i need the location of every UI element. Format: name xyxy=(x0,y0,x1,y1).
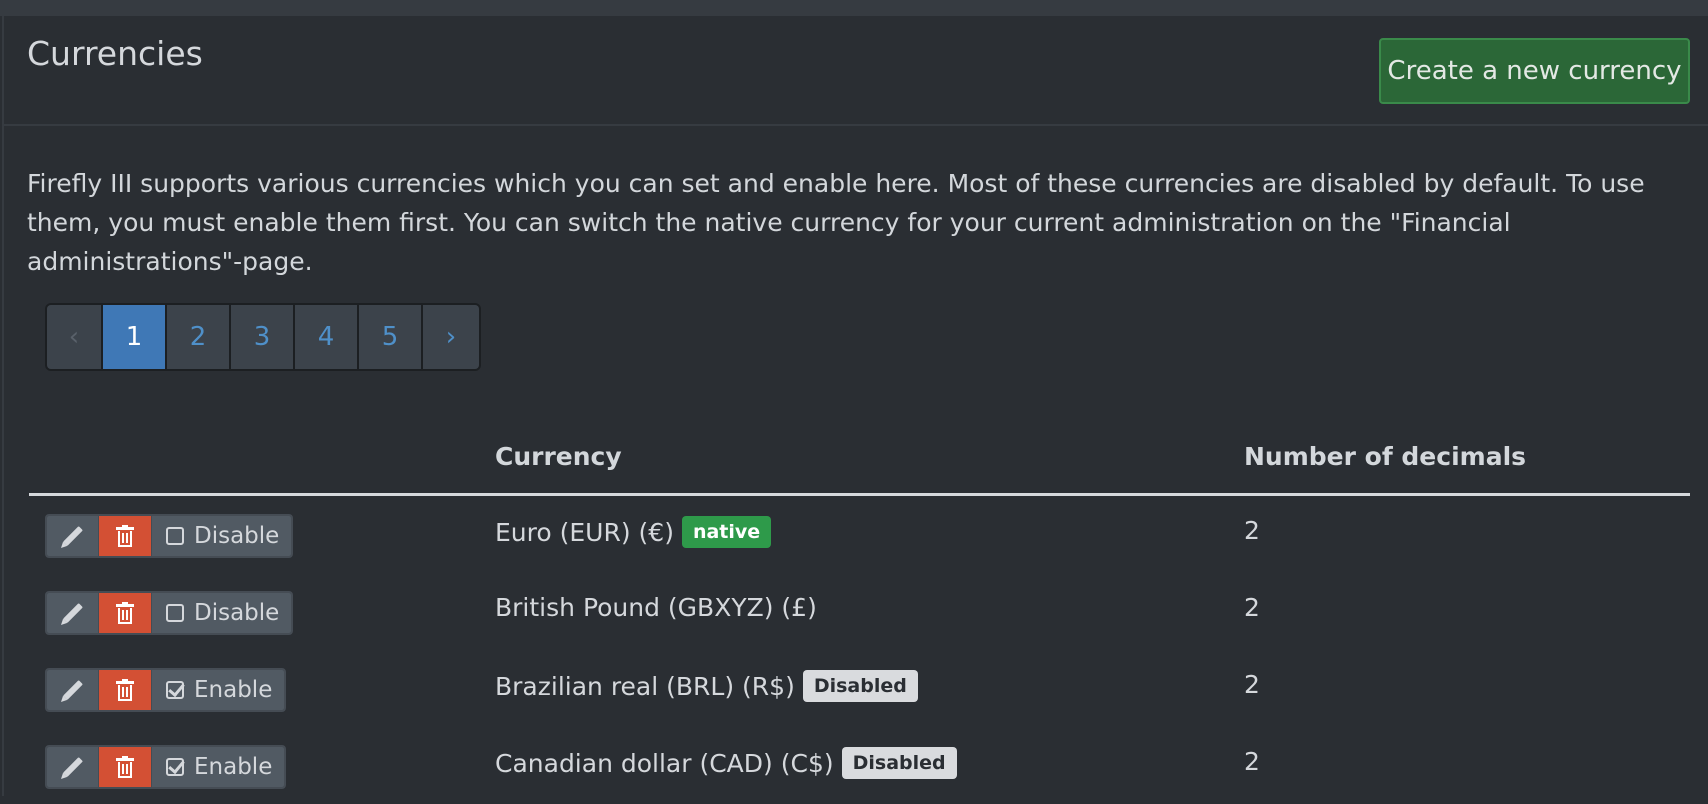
pagination-page-3[interactable]: 3 xyxy=(231,305,295,369)
pagination: ‹ 1 2 3 4 5 › xyxy=(45,303,481,371)
disable-button[interactable]: Disable xyxy=(151,516,292,556)
pencil-icon xyxy=(62,757,83,777)
page-title: Currencies xyxy=(27,34,203,73)
toggle-label: Disable xyxy=(194,523,280,549)
currency-name: Euro (EUR) (€) xyxy=(495,517,674,547)
row-actions: Enable xyxy=(45,745,287,789)
intro-text: Firefly III supports various currencies … xyxy=(27,169,1645,276)
top-strip xyxy=(0,0,1708,16)
trash-icon xyxy=(116,602,134,624)
currency-name-cell: Brazilian real (BRL) (R$) Disabled xyxy=(495,670,918,702)
row-actions: Enable xyxy=(45,668,287,712)
decimals-cell: 2 xyxy=(1244,593,1260,622)
native-badge: native xyxy=(681,516,772,548)
create-currency-button[interactable]: Create a new currency xyxy=(1379,38,1690,104)
currency-name: Canadian dollar (CAD) (C$) xyxy=(495,748,834,778)
delete-button[interactable] xyxy=(99,670,151,710)
edit-button[interactable] xyxy=(47,670,99,710)
enable-button[interactable]: Enable xyxy=(151,747,285,787)
currencies-table: Currency Number of decimals Disable Euro… xyxy=(29,434,1690,804)
checkbox-empty-icon xyxy=(166,604,184,622)
decimals-cell: 2 xyxy=(1244,670,1260,699)
pagination-prev[interactable]: ‹ xyxy=(47,305,103,369)
pencil-icon xyxy=(62,680,83,700)
table-header: Currency Number of decimals xyxy=(29,434,1690,496)
delete-button[interactable] xyxy=(99,516,151,556)
delete-button[interactable] xyxy=(99,747,151,787)
pagination-page-2[interactable]: 2 xyxy=(167,305,231,369)
toggle-label: Enable xyxy=(194,754,273,780)
disable-button[interactable]: Disable xyxy=(151,593,292,633)
edit-button[interactable] xyxy=(47,516,99,556)
table-row: Disable British Pound (GBXYZ) (£) 2 xyxy=(29,573,1690,650)
pagination-page-5[interactable]: 5 xyxy=(359,305,423,369)
disabled-badge: Disabled xyxy=(802,670,918,702)
toggle-label: Enable xyxy=(194,677,273,703)
delete-button[interactable] xyxy=(99,593,151,633)
table-row: Disable Euro (EUR) (€) native 2 xyxy=(29,496,1690,573)
row-actions: Disable xyxy=(45,591,294,635)
trash-icon xyxy=(116,756,134,778)
edit-button[interactable] xyxy=(47,747,99,787)
currency-name: Brazilian real (BRL) (R$) xyxy=(495,671,795,701)
table-row: Enable Brazilian real (BRL) (R$) Disable… xyxy=(29,650,1690,727)
column-header-decimals: Number of decimals xyxy=(1244,442,1527,471)
table-row: Enable Canadian dollar (CAD) (C$) Disabl… xyxy=(29,727,1690,804)
disabled-badge: Disabled xyxy=(841,747,957,779)
trash-icon xyxy=(116,525,134,547)
currency-name-cell: Euro (EUR) (€) native xyxy=(495,516,772,548)
pagination-page-4[interactable]: 4 xyxy=(295,305,359,369)
box-header: Currencies Create a new currency xyxy=(4,16,1708,126)
pagination-page-1[interactable]: 1 xyxy=(103,305,167,369)
checkbox-checked-icon xyxy=(166,681,184,699)
currency-name-cell: Canadian dollar (CAD) (C$) Disabled xyxy=(495,747,957,779)
pencil-icon xyxy=(62,603,83,623)
edit-button[interactable] xyxy=(47,593,99,633)
checkbox-empty-icon xyxy=(166,527,184,545)
currency-name: British Pound (GBXYZ) (£) xyxy=(495,593,817,622)
currency-name-cell: British Pound (GBXYZ) (£) xyxy=(495,593,817,622)
decimals-cell: 2 xyxy=(1244,516,1260,545)
column-header-currency: Currency xyxy=(495,442,622,471)
trash-icon xyxy=(116,679,134,701)
row-actions: Disable xyxy=(45,514,294,558)
decimals-cell: 2 xyxy=(1244,747,1260,776)
checkbox-checked-icon xyxy=(166,758,184,776)
currencies-box: Currencies Create a new currency Firefly… xyxy=(2,16,1708,796)
enable-button[interactable]: Enable xyxy=(151,670,285,710)
pagination-next[interactable]: › xyxy=(423,305,479,369)
pencil-icon xyxy=(62,526,83,546)
toggle-label: Disable xyxy=(194,600,280,626)
